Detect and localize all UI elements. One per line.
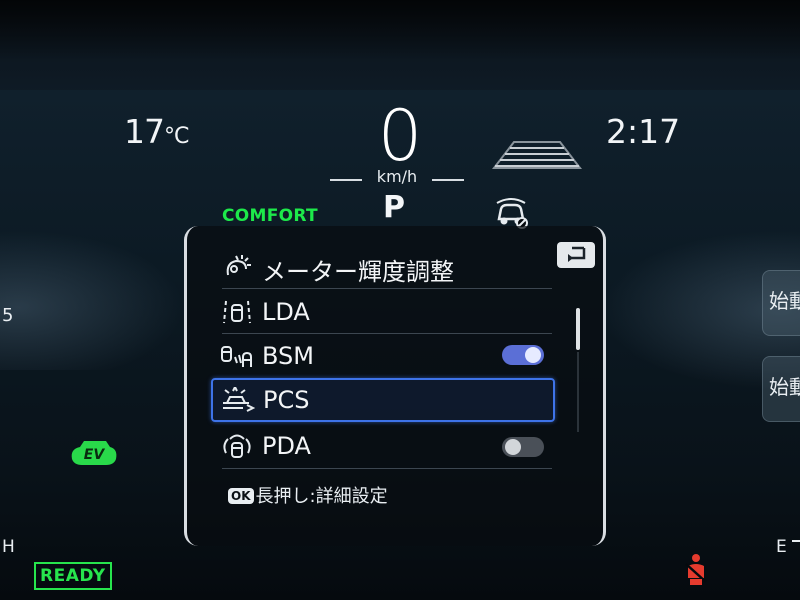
proactive-driving-icon	[223, 434, 251, 458]
gauge-label-h: H	[2, 537, 15, 557]
menu-item-meter-brightness[interactable]: メーター輝度調整	[212, 244, 554, 286]
divider	[222, 468, 552, 469]
gauge-scale-number: 5	[2, 305, 14, 326]
long-press-hint: OK 長押し:詳細設定	[228, 482, 388, 508]
bsm-toggle[interactable]	[502, 345, 544, 365]
menu-item-label: LDA	[262, 298, 310, 326]
back-button[interactable]	[557, 242, 595, 268]
ready-indicator: READY	[34, 562, 112, 590]
fuel-gauge-tick	[792, 540, 800, 542]
pda-toggle[interactable]	[502, 437, 544, 457]
lane-departure-icon	[223, 300, 251, 324]
divider	[330, 179, 362, 181]
pre-collision-icon	[223, 387, 255, 412]
toggle-knob	[505, 439, 521, 455]
scrollbar-thumb[interactable]	[576, 308, 580, 350]
left-gauge-glow	[0, 230, 185, 370]
bezel-shadow	[0, 0, 800, 60]
toggle-knob	[525, 347, 541, 363]
ev-badge-text: EV	[84, 447, 106, 463]
fuel-empty-label: E	[776, 537, 787, 557]
speed-unit: km/h	[376, 167, 418, 186]
drive-mode-indicator: COMFORT	[222, 206, 318, 226]
seatbelt-warning-icon	[685, 554, 707, 585]
ev-mode-icon: EV	[71, 441, 117, 465]
clock: 2:17	[606, 112, 681, 151]
brightness-icon	[226, 255, 251, 276]
ok-button-badge: OK	[228, 488, 254, 504]
pre-collision-status-icon	[496, 198, 528, 229]
blind-spot-icon	[221, 346, 252, 367]
back-arrow-icon	[568, 246, 586, 262]
gear-indicator: P	[383, 190, 405, 225]
menu-item-lda[interactable]: LDA	[212, 290, 554, 332]
hint-text: 長押し:詳細設定	[255, 486, 388, 507]
menu-item-label: BSM	[262, 342, 314, 370]
side-panel-item: 始動	[762, 270, 800, 336]
divider	[222, 288, 552, 289]
speedometer-value: 0	[377, 95, 423, 177]
menu-item-label: PCS	[263, 386, 310, 414]
speed-unit-row: km/h	[330, 167, 464, 189]
outside-temperature: 17°C	[124, 112, 189, 151]
lane-trace-icon	[492, 141, 582, 169]
scrollbar-track	[577, 352, 579, 432]
menu-item-pcs[interactable]: PCS	[211, 378, 555, 422]
menu-item-label: PDA	[262, 432, 311, 460]
menu-item-label: メーター輝度調整	[262, 258, 454, 286]
divider	[432, 179, 464, 181]
side-panel-item: 始動	[762, 356, 800, 422]
